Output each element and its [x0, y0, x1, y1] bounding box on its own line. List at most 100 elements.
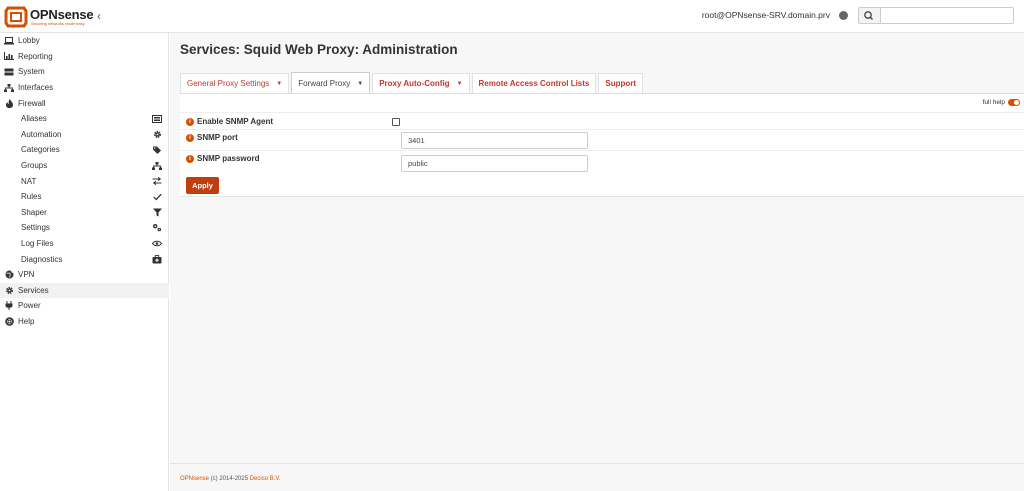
sitemap-icon [151, 161, 163, 170]
sidebar-item-power[interactable]: Power [0, 298, 169, 314]
search-icon [864, 11, 873, 20]
footer-brand-link[interactable]: OPNsense [180, 476, 209, 482]
snmp-password-input[interactable] [401, 155, 588, 172]
search-button[interactable] [858, 7, 880, 24]
tags-icon [151, 146, 163, 154]
sidebar-item-label: Reporting [18, 51, 53, 61]
toggle-switch-icon[interactable] [1008, 99, 1020, 106]
sidebar-item-label: Interfaces [18, 83, 54, 93]
full-help-label: full help [982, 99, 1005, 106]
row-enable-snmp: i Enable SNMP Agent [180, 112, 1024, 129]
snmp-password-label: i SNMP password [186, 154, 260, 163]
sidebar-item-log-files[interactable]: Log Files [0, 236, 169, 252]
sidebar-item-settings[interactable]: Settings [0, 220, 169, 236]
caret-down-icon[interactable]: ▼ [457, 81, 463, 87]
gear-icon [151, 130, 163, 139]
info-icon[interactable]: i [186, 117, 194, 126]
chart-icon [0, 52, 18, 61]
sidebar-item-label: Help [18, 317, 35, 327]
info-icon[interactable]: i [186, 154, 194, 163]
full-help-toggle[interactable]: full help [983, 99, 1020, 106]
cogs-icon [151, 223, 163, 232]
footer-company-link[interactable]: Deciso B.V. [250, 476, 281, 482]
row-snmp-password: i SNMP password [180, 150, 1024, 175]
tab-general-proxy-settings[interactable]: General Proxy Settings ▼ [180, 73, 290, 93]
sitemap-icon [0, 83, 18, 92]
sidebar-item-label: System [18, 67, 45, 77]
sidebar-item-groups[interactable]: Groups [0, 158, 169, 174]
caret-down-icon[interactable]: ▼ [276, 81, 282, 87]
caret-down-icon[interactable]: ▼ [357, 81, 363, 87]
sidebar-item-label: NAT [21, 176, 37, 186]
collapse-sidebar-icon[interactable]: ‹ [97, 9, 101, 23]
opnsense-logo[interactable]: OPNsense Securing networks made easy [4, 5, 94, 29]
sidebar-item-label: VPN [18, 270, 35, 280]
sidebar-item-label: Shaper [21, 207, 47, 217]
sidebar-item-reporting[interactable]: Reporting [0, 49, 169, 65]
check-icon [151, 193, 163, 201]
sidebar-item-label: Settings [21, 223, 50, 233]
lifebuoy-icon [0, 317, 18, 326]
sidebar-item-shaper[interactable]: Shaper [0, 205, 169, 221]
sidebar-item-label: Firewall [18, 98, 46, 108]
fire-icon [0, 98, 18, 108]
snmp-port-label: i SNMP port [186, 133, 238, 142]
brand-tagline: Securing networks made easy [31, 21, 85, 26]
page-title: Services: Squid Web Proxy: Administratio… [180, 42, 458, 57]
sidebar-item-interfaces[interactable]: Interfaces [0, 80, 169, 96]
enable-snmp-checkbox[interactable] [392, 118, 400, 126]
brand-name: OPNsense [30, 7, 94, 22]
sidebar-item-label: Automation [21, 129, 62, 139]
footer: OPNsense (c) 2014-2025 Deciso B.V. [170, 463, 1024, 491]
sidebar-item-label: Categories [21, 145, 60, 155]
tab-label: Forward Proxy [298, 79, 351, 88]
sidebar-item-nat[interactable]: NAT [0, 173, 169, 189]
sidebar-item-label: Power [18, 301, 41, 311]
exchange-icon [151, 177, 163, 186]
tab-remote-access-control-lists[interactable]: Remote Access Control Lists [471, 73, 597, 93]
sidebar-item-automation[interactable]: Automation [0, 127, 169, 143]
snmp-port-text: SNMP port [197, 133, 238, 142]
user-menu[interactable]: root@OPNsense-SRV.domain.prv [702, 10, 830, 20]
enable-snmp-text: Enable SNMP Agent [197, 117, 274, 126]
server-icon [0, 68, 18, 76]
gear-icon [0, 286, 18, 295]
plug-icon [0, 301, 18, 311]
logo-mark-icon [4, 6, 28, 28]
sidebar: Lobby Reporting System Interfaces Firewa… [0, 33, 169, 491]
row-snmp-port: i SNMP port [180, 129, 1024, 150]
tab-forward-proxy[interactable]: Forward Proxy ▼ [291, 72, 371, 94]
laptop-icon [0, 36, 18, 45]
tab-support[interactable]: Support [598, 73, 644, 93]
globe-icon [0, 270, 18, 279]
main-content: Services: Squid Web Proxy: Administratio… [170, 33, 1024, 491]
settings-panel: full help i Enable SNMP Agent i SNMP por… [180, 93, 1024, 197]
sidebar-item-label: Diagnostics [21, 254, 63, 264]
sidebar-item-services[interactable]: Services [0, 282, 169, 299]
sidebar-item-aliases[interactable]: Aliases [0, 111, 169, 127]
sidebar-item-label: Services [18, 285, 49, 295]
sidebar-item-help[interactable]: Help [0, 314, 169, 330]
footer-years: (c) 2014-2025 [209, 476, 250, 482]
apply-button[interactable]: Apply [186, 177, 219, 194]
list-icon [151, 114, 163, 123]
info-icon[interactable]: i [186, 133, 194, 142]
sidebar-item-lobby[interactable]: Lobby [0, 33, 169, 49]
sidebar-item-categories[interactable]: Categories [0, 142, 169, 158]
enable-snmp-label: i Enable SNMP Agent [186, 117, 273, 126]
sidebar-item-vpn[interactable]: VPN [0, 267, 169, 283]
sidebar-item-diagnostics[interactable]: Diagnostics [0, 251, 169, 267]
snmp-password-text: SNMP password [197, 154, 260, 163]
medkit-icon [151, 254, 163, 264]
tab-label: Proxy Auto-Config [379, 79, 450, 88]
sidebar-item-firewall[interactable]: Firewall [0, 95, 169, 111]
sidebar-item-system[interactable]: System [0, 64, 169, 80]
tab-proxy-auto-config[interactable]: Proxy Auto-Config ▼ [372, 73, 470, 93]
sidebar-item-rules[interactable]: Rules [0, 189, 169, 205]
sidebar-item-label: Lobby [18, 36, 40, 46]
status-indicator-icon[interactable] [839, 11, 848, 20]
snmp-port-input[interactable] [401, 132, 588, 149]
sidebar-item-label: Log Files [21, 239, 54, 249]
search-input[interactable] [880, 7, 1014, 24]
sidebar-item-label: Groups [21, 161, 48, 171]
